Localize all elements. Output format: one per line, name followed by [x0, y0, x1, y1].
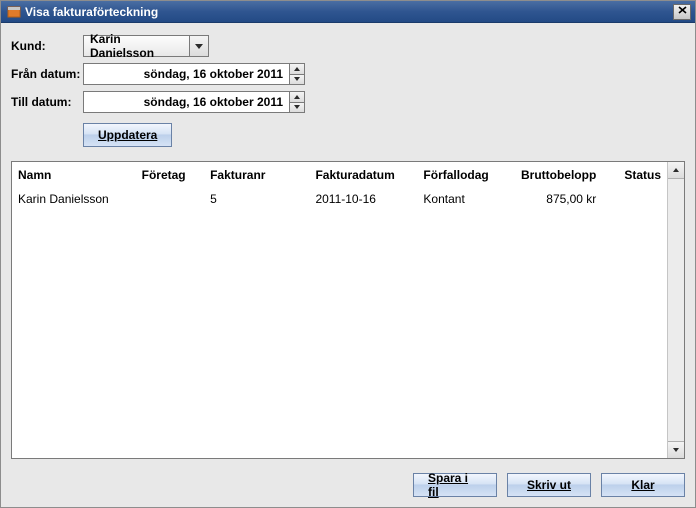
to-date-value: söndag, 16 oktober 2011: [83, 91, 289, 113]
close-button[interactable]: [673, 4, 691, 20]
vertical-scrollbar[interactable]: [667, 162, 684, 458]
cell-invoice-date: 2011-10-16: [309, 188, 417, 210]
app-icon: [7, 5, 21, 19]
to-date-up[interactable]: [290, 92, 304, 102]
window-title: Visa fakturaförteckning: [25, 5, 158, 19]
from-date-down[interactable]: [290, 74, 304, 85]
scroll-up-button[interactable]: [668, 162, 684, 179]
titlebar: Visa fakturaförteckning: [1, 1, 695, 23]
cell-name: Karin Danielsson: [12, 188, 136, 210]
col-invoice-date: Fakturadatum: [309, 162, 417, 188]
to-date-label: Till datum:: [11, 95, 83, 109]
chevron-up-icon: [294, 95, 300, 99]
print-button[interactable]: Skriv ut: [507, 473, 591, 497]
from-date-label: Från datum:: [11, 67, 83, 81]
customer-label: Kund:: [11, 39, 83, 53]
from-date-spinner: [289, 63, 305, 85]
to-date-down[interactable]: [290, 102, 304, 113]
chevron-down-icon: [294, 105, 300, 109]
update-button[interactable]: Uppdatera: [83, 123, 172, 147]
scroll-track[interactable]: [668, 179, 684, 441]
cell-due-date: Kontant: [417, 188, 515, 210]
save-file-button[interactable]: Spara i fil: [413, 473, 497, 497]
footer-buttons: Spara i fil Skriv ut Klar: [11, 473, 685, 497]
cell-company: [136, 188, 204, 210]
table-header-row: Namn Företag Fakturanr Fakturadatum Förf…: [12, 162, 667, 188]
col-due-date: Förfallodag: [417, 162, 515, 188]
cell-status: [618, 188, 667, 210]
col-name: Namn: [12, 162, 136, 188]
customer-value: Karin Danielsson: [83, 35, 189, 57]
chevron-down-icon: [673, 448, 679, 452]
col-status: Status: [618, 162, 667, 188]
to-date-spinner: [289, 91, 305, 113]
done-button[interactable]: Klar: [601, 473, 685, 497]
col-company: Företag: [136, 162, 204, 188]
col-invoice-nr: Fakturanr: [204, 162, 309, 188]
invoice-table: Namn Företag Fakturanr Fakturadatum Förf…: [12, 162, 667, 458]
cell-invoice-nr: 5: [204, 188, 309, 210]
table-row[interactable]: Karin Danielsson 5 2011-10-16 Kontant 87…: [12, 188, 667, 210]
cell-gross: 875,00 kr: [515, 188, 618, 210]
from-date-up[interactable]: [290, 64, 304, 74]
customer-dropdown-button[interactable]: [189, 35, 209, 57]
chevron-down-icon: [294, 77, 300, 81]
from-date-input[interactable]: söndag, 16 oktober 2011: [83, 63, 305, 85]
invoice-table-wrap: Namn Företag Fakturanr Fakturadatum Förf…: [11, 161, 685, 459]
to-date-input[interactable]: söndag, 16 oktober 2011: [83, 91, 305, 113]
chevron-down-icon: [195, 44, 203, 49]
chevron-up-icon: [294, 67, 300, 71]
customer-dropdown[interactable]: Karin Danielsson: [83, 35, 209, 57]
from-date-value: söndag, 16 oktober 2011: [83, 63, 289, 85]
chevron-up-icon: [673, 168, 679, 172]
content-area: Kund: Karin Danielsson Från datum: sönda…: [1, 23, 695, 507]
close-icon: [678, 6, 687, 17]
col-gross: Bruttobelopp: [515, 162, 618, 188]
window: Visa fakturaförteckning Kund: Karin Dani…: [0, 0, 696, 508]
scroll-down-button[interactable]: [668, 441, 684, 458]
